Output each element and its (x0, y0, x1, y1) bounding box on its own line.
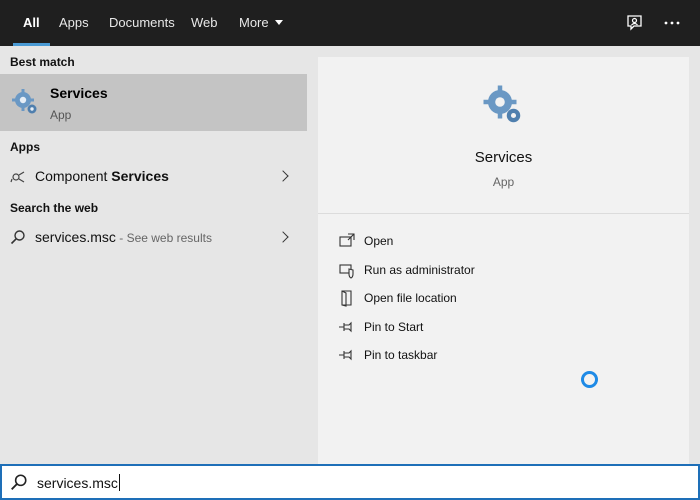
tab-more-label: More (239, 15, 269, 30)
action-open-file-location[interactable]: Open file location (338, 288, 638, 310)
action-run-as-admin-label: Run as administrator (364, 263, 475, 277)
action-open[interactable]: Open (338, 231, 638, 253)
apps-heading: Apps (10, 140, 40, 154)
search-input-value: services.msc (37, 475, 118, 491)
action-pin-to-start[interactable]: Pin to Start (338, 317, 638, 339)
app-result-label-prefix: Component (35, 168, 112, 184)
pin-icon (339, 321, 352, 333)
tab-web[interactable]: Web (191, 0, 218, 46)
web-result-row[interactable]: services.msc - See web results (0, 224, 307, 252)
chevron-right-icon[interactable] (277, 170, 289, 182)
loading-spinner-icon (581, 371, 598, 388)
chevron-down-icon (274, 20, 283, 26)
search-web-heading: Search the web (10, 201, 99, 215)
action-pin-to-start-label: Pin to Start (364, 320, 424, 334)
chevron-right-icon[interactable] (277, 231, 289, 243)
services-gear-icon (483, 85, 521, 123)
tab-documents[interactable]: Documents (109, 0, 175, 46)
divider (318, 213, 689, 214)
app-result-component-services[interactable]: Component Services (0, 163, 307, 191)
text-cursor (118, 474, 120, 491)
search-icon (10, 230, 25, 245)
folder-icon (341, 290, 352, 307)
results-panel: Best match Services App Apps Component S… (0, 46, 307, 464)
preview-panel: Services App Open Run as administrator O… (318, 57, 689, 464)
app-result-label-match: Services (111, 168, 169, 184)
open-icon (339, 233, 355, 247)
tab-more[interactable]: More (239, 0, 283, 46)
services-gear-icon (12, 89, 37, 114)
web-result-suffix: - See web results (115, 231, 212, 245)
action-pin-to-taskbar[interactable]: Pin to taskbar (338, 345, 638, 367)
app-result-label: Component Services (35, 168, 169, 184)
best-match-subtitle: App (50, 108, 72, 122)
search-filter-bar: All Apps Documents Web More (0, 0, 700, 46)
best-match-heading: Best match (10, 55, 75, 69)
best-match-item[interactable]: Services App (0, 74, 307, 131)
best-match-title: Services (50, 85, 108, 101)
search-icon (11, 474, 27, 490)
action-open-file-location-label: Open file location (364, 291, 457, 305)
search-input[interactable]: services.msc (37, 474, 120, 491)
shield-icon (339, 264, 354, 279)
tab-all[interactable]: All (13, 0, 50, 46)
feedback-icon[interactable] (624, 13, 644, 33)
more-options-icon[interactable] (662, 13, 682, 33)
search-box[interactable]: services.msc (0, 464, 700, 500)
tab-apps[interactable]: Apps (59, 0, 89, 46)
preview-title: Services (474, 149, 533, 166)
pin-icon (339, 349, 352, 361)
web-result-query: services.msc (35, 229, 116, 245)
action-pin-to-taskbar-label: Pin to taskbar (364, 348, 438, 362)
action-open-label: Open (364, 234, 394, 248)
web-result-label: services.msc - See web results (35, 229, 212, 245)
preview-subtitle: App (492, 175, 515, 189)
action-run-as-admin[interactable]: Run as administrator (338, 260, 638, 282)
component-services-icon (10, 171, 25, 183)
